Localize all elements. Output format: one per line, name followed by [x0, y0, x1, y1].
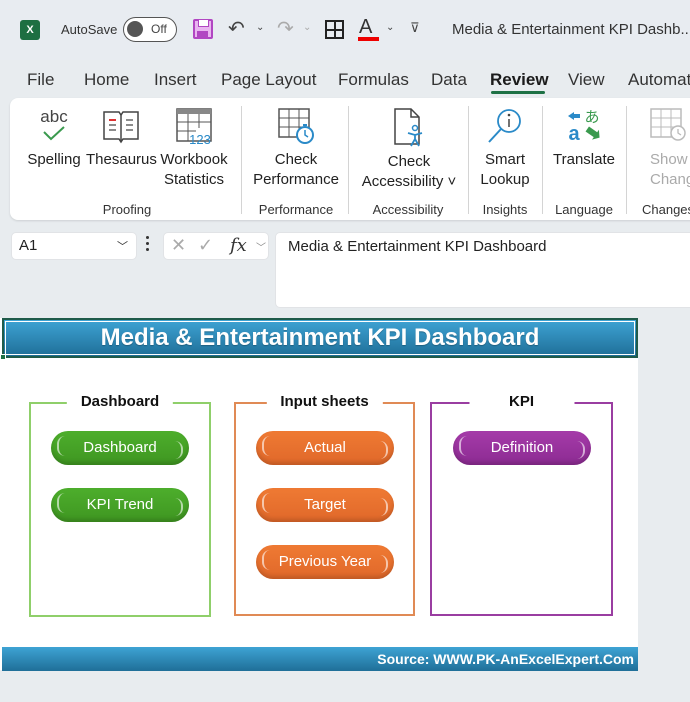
tab-formulas[interactable]: Formulas [338, 70, 409, 90]
dashboard-button[interactable]: Dashboard [51, 431, 189, 465]
redo-icon[interactable]: ↷ [277, 15, 294, 43]
tab-page-layout[interactable]: Page Layout [221, 70, 316, 90]
previous-year-button[interactable]: Previous Year [256, 545, 394, 579]
workbook-statistics-button[interactable]: 123 Workbook Statistics [156, 106, 232, 190]
redo-dropdown-icon[interactable]: ⌄ [303, 22, 311, 33]
definition-button[interactable]: Definition [453, 431, 591, 465]
check-accessibility-icon [394, 108, 423, 147]
group-input-sheets: Input sheets Actual Target Previous Year [234, 393, 415, 616]
svg-text:123: 123 [189, 132, 211, 146]
group-label-changes: Changes [642, 202, 690, 217]
autosave-state: Off [151, 22, 167, 36]
formula-controls: ✕ ✓ fx ﹀ [163, 232, 269, 260]
svg-text:a: a [568, 123, 580, 145]
smart-lookup-icon [488, 109, 521, 143]
ribbon: abc Spelling Thesaurus 123 Workbook Stat… [10, 98, 690, 220]
tab-home[interactable]: Home [84, 70, 129, 90]
group-label-insights: Insights [482, 202, 528, 217]
actual-button[interactable]: Actual [256, 431, 394, 465]
show-changes-label: ShowChanges [650, 151, 690, 188]
font-color-icon[interactable]: A [359, 16, 372, 39]
name-box-value: A1 [19, 237, 38, 254]
chevron-down-icon[interactable]: ﹀ [256, 239, 266, 254]
tab-automate[interactable]: Automat [628, 70, 690, 90]
tab-file[interactable]: File [27, 70, 54, 90]
check-performance-button[interactable]: Check Performance [248, 106, 344, 190]
selection-fill-handle[interactable] [0, 354, 6, 360]
spelling-label: Spelling [27, 151, 81, 168]
check-accessibility-button[interactable]: Check Accessibility ˅ [354, 106, 464, 192]
title-bar: X AutoSave Off ↶ ⌄ ↷ ⌄ A ⌄ ⊽ Media & Ent… [0, 0, 690, 60]
active-tab-indicator [491, 91, 545, 94]
group-dashboard: Dashboard Dashboard KPI Trend [29, 393, 211, 617]
borders-icon[interactable] [325, 20, 344, 39]
group-title-kpi: KPI [468, 393, 575, 410]
source-footer: Source: WWW.PK-AnExcelExpert.Com [2, 647, 638, 671]
thesaurus-button[interactable]: Thesaurus [86, 106, 157, 170]
ribbon-separator [626, 106, 627, 214]
ribbon-separator [241, 106, 242, 214]
undo-icon[interactable]: ↶ [228, 15, 245, 43]
translate-icon: a あ [568, 108, 600, 145]
ribbon-separator [348, 106, 349, 214]
undo-dropdown-icon[interactable]: ⌄ [256, 22, 264, 33]
spelling-icon: abc [40, 107, 68, 141]
tab-insert[interactable]: Insert [154, 70, 197, 90]
thesaurus-icon [103, 111, 139, 144]
group-label-proofing: Proofing [102, 202, 152, 217]
show-changes-icon [650, 108, 686, 141]
workbook-statistics-icon: 123 [176, 108, 212, 146]
translate-button[interactable]: a あ Translate [548, 106, 620, 170]
enter-check-icon[interactable]: ✓ [198, 235, 213, 256]
group-title-dashboard: Dashboard [66, 393, 174, 410]
autosave-label: AutoSave [61, 22, 118, 37]
dashboard-title[interactable]: Media & Entertainment KPI Dashboard [2, 318, 638, 358]
svg-text:abc: abc [40, 107, 68, 126]
more-options-icon[interactable] [146, 236, 150, 254]
tab-review[interactable]: Review [490, 70, 549, 90]
group-label-accessibility: Accessibility [372, 202, 444, 217]
smart-lookup-label: Smart Lookup [480, 151, 530, 188]
group-label-performance: Performance [258, 202, 334, 217]
document-title: Media & Entertainment KPI Dashb... [452, 21, 690, 38]
tab-view[interactable]: View [568, 70, 605, 90]
name-box[interactable]: A1 ﹀ [11, 232, 137, 260]
check-accessibility-label: Check Accessibility ˅ [361, 153, 457, 190]
insert-function-icon[interactable]: fx [230, 235, 247, 256]
worksheet[interactable]: Media & Entertainment KPI Dashboard Dash… [0, 318, 638, 670]
toggle-knob [127, 21, 143, 37]
cancel-icon[interactable]: ✕ [171, 235, 186, 256]
spelling-button[interactable]: abc Spelling [24, 106, 84, 170]
thesaurus-label: Thesaurus [86, 151, 157, 168]
group-title-input-sheets: Input sheets [266, 393, 383, 410]
chevron-down-icon[interactable]: ﹀ [117, 238, 128, 254]
customize-toolbar-icon[interactable]: ⊽ [410, 20, 420, 36]
group-label-language: Language [555, 202, 613, 217]
svg-text:あ: あ [584, 108, 599, 126]
ribbon-separator [542, 106, 543, 214]
save-icon[interactable] [193, 19, 213, 39]
font-color-bar [358, 37, 379, 41]
translate-label: Translate [553, 151, 615, 168]
ribbon-separator [468, 106, 469, 214]
ribbon-tabs: File Home Insert Page Layout Formulas Da… [0, 60, 690, 98]
excel-logo-icon: X [20, 20, 43, 40]
autosave-toggle[interactable]: Off [123, 17, 177, 42]
check-performance-icon [278, 108, 314, 144]
tab-data[interactable]: Data [431, 70, 467, 90]
kpi-trend-button[interactable]: KPI Trend [51, 488, 189, 522]
target-button[interactable]: Target [256, 488, 394, 522]
formula-input[interactable]: Media & Entertainment KPI Dashboard [275, 232, 690, 308]
font-color-dropdown-icon[interactable]: ⌄ [386, 22, 394, 33]
smart-lookup-button[interactable]: Smart Lookup [472, 106, 538, 190]
workbook-statistics-label: Workbook Statistics [160, 151, 228, 188]
check-performance-label: Check Performance [253, 151, 339, 188]
group-kpi: KPI Definition [430, 393, 613, 616]
show-changes-button[interactable]: ShowChanges [634, 106, 690, 190]
